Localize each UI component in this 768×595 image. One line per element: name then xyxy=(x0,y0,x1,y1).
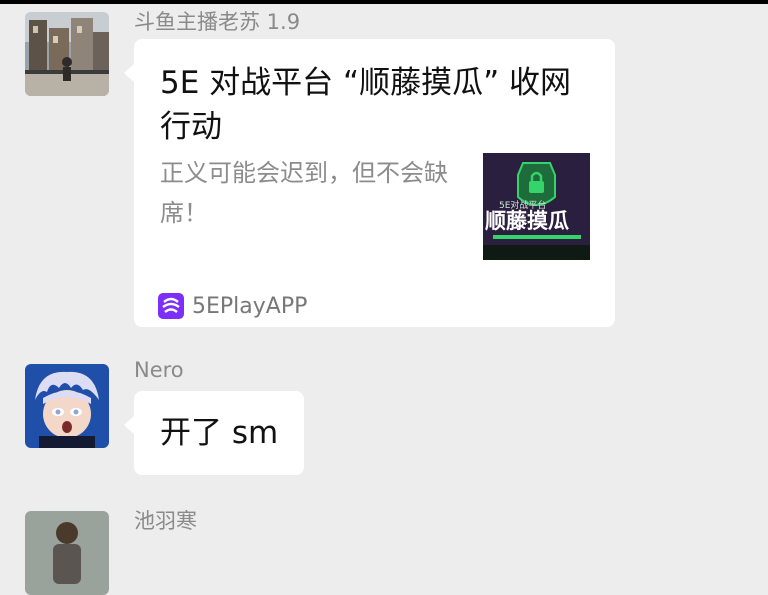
5eplay-app-icon xyxy=(158,293,184,319)
sender-name: Nero xyxy=(134,358,184,382)
card-thumbnail: 5E对战平台 顺藤摸瓜 xyxy=(483,153,590,260)
link-card-message[interactable]: 5E 对战平台 “顺藤摸瓜” 收网行动 正义可能会迟到，但不会缺席！ 5E对战平… xyxy=(124,39,615,327)
card-title: 5E 对战平台 “顺藤摸瓜” 收网行动 xyxy=(160,65,571,145)
person-photo-avatar-icon xyxy=(25,511,109,595)
thumbnail-image: 5E对战平台 顺藤摸瓜 xyxy=(483,153,590,260)
sender-name: 斗鱼主播老苏 1.9 xyxy=(134,10,301,34)
text-message[interactable]: 开了 sm xyxy=(124,391,304,475)
sender-name: 池羽寒 xyxy=(134,509,197,533)
anime-character-avatar-icon xyxy=(25,364,109,448)
status-bar-edge xyxy=(0,0,768,4)
card-description: 正义可能会迟到，但不会缺席！ xyxy=(160,159,448,227)
avatar-laosu[interactable] xyxy=(25,12,109,96)
bubble-tail xyxy=(124,64,134,82)
bubble-tail xyxy=(124,416,134,434)
avatar-chiyuhan[interactable] xyxy=(25,511,109,595)
card-source: 5EPlayAPP xyxy=(158,293,307,319)
source-label: 5EPlayAPP xyxy=(192,293,308,319)
message-text: 开了 sm xyxy=(160,415,279,451)
street-photo-avatar-icon xyxy=(25,12,109,96)
thumbnail-caption-main: 顺藤摸瓜 xyxy=(485,209,569,233)
avatar-nero[interactable] xyxy=(25,364,109,448)
